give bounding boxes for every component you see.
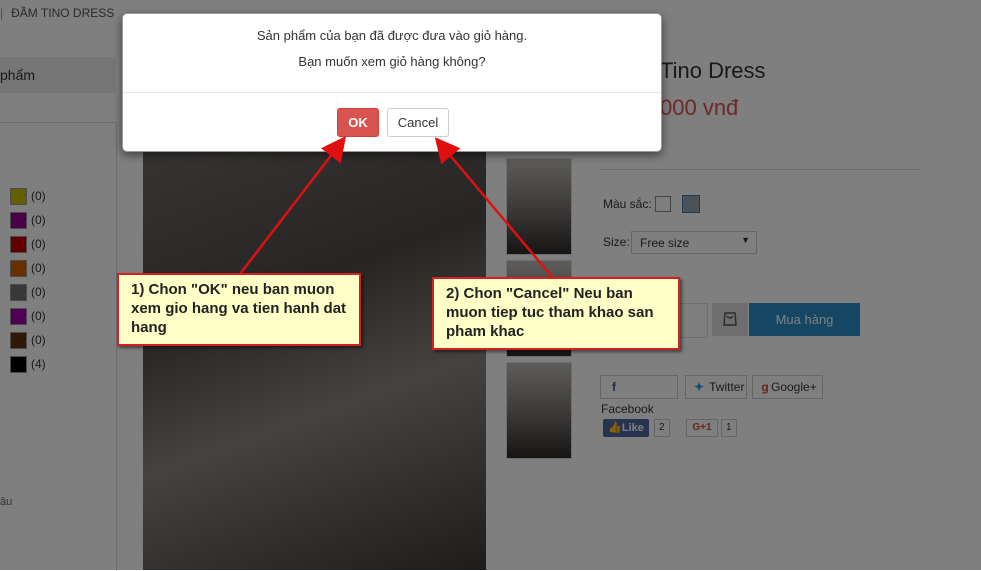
arrow-to-ok xyxy=(239,136,347,275)
annotation-callout-cancel: 2) Chon "Cancel" Neu ban muon tiep tuc t… xyxy=(432,277,680,350)
annotation-callout-ok: 1) Chon "OK" neu ban muon xem gio hang v… xyxy=(117,273,361,346)
arrow-to-cancel xyxy=(434,137,554,279)
